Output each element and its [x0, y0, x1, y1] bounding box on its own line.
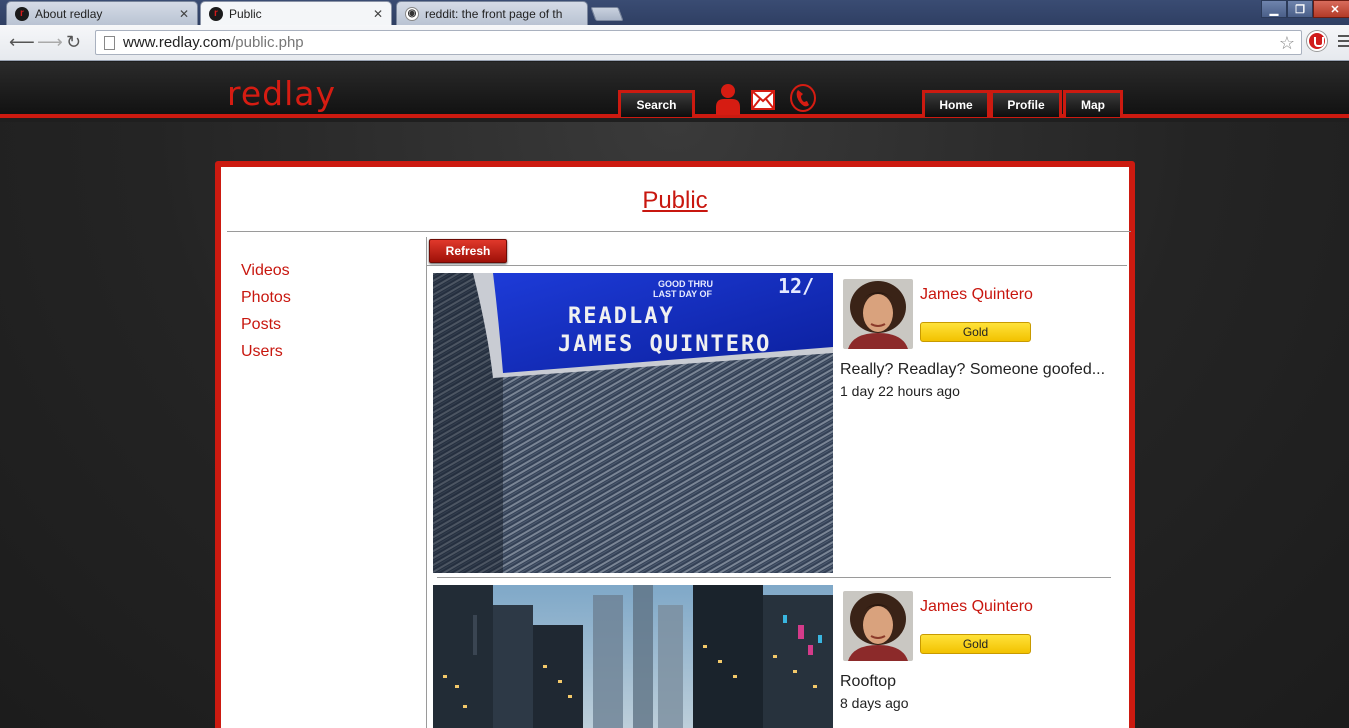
- site-header: redlay Search Home Profile Map: [0, 62, 1349, 118]
- card-small-text: GOOD THRU: [658, 279, 713, 289]
- new-tab-button[interactable]: [590, 7, 624, 21]
- adblock-extension-icon[interactable]: [1307, 31, 1327, 51]
- tab-label: reddit: the front page of th: [425, 6, 563, 21]
- post-item: James Quintero Gold Rooftop 8 days ago: [433, 585, 1113, 728]
- redlay-favicon-icon: r: [209, 6, 223, 21]
- maximize-icon[interactable]: ❐: [1287, 0, 1313, 18]
- content-panel: Public Videos Photos Posts Users Refresh: [215, 161, 1135, 728]
- divider: [426, 237, 427, 728]
- post-author-link[interactable]: James Quintero: [920, 598, 1033, 616]
- nav-map-button[interactable]: Map: [1063, 90, 1123, 117]
- back-icon[interactable]: ⟵: [9, 33, 35, 51]
- window-controls: ▁ ❐ ✕: [1261, 0, 1349, 18]
- wrench-menu-icon[interactable]: [1338, 35, 1349, 49]
- sidebar-item-videos[interactable]: Videos: [241, 257, 291, 284]
- status-badge: Gold: [920, 634, 1031, 654]
- minimize-icon[interactable]: ▁: [1261, 0, 1287, 18]
- post-item: GOOD THRU LAST DAY OF 12/ READLAY JAMES …: [433, 273, 1113, 573]
- reddit-favicon-icon: ◉: [405, 6, 419, 21]
- sidebar-item-photos[interactable]: Photos: [241, 284, 291, 311]
- browser-tab-about[interactable]: r About redlay ✕: [6, 1, 198, 25]
- divider: [427, 265, 1127, 266]
- close-icon[interactable]: ✕: [373, 7, 383, 21]
- phone-icon[interactable]: [789, 83, 817, 113]
- card-number-text: 12/: [778, 274, 814, 298]
- browser-toolbar: ⟵ ⟶ ↻ www.redlay.com/public.php ☆: [0, 25, 1349, 61]
- address-bar[interactable]: www.redlay.com/public.php ☆: [95, 30, 1302, 55]
- status-badge: Gold: [920, 322, 1031, 342]
- browser-tabstrip: r About redlay ✕ r Public ✕ ◉ reddit: th…: [0, 0, 1349, 25]
- redlay-favicon-icon: r: [15, 6, 29, 21]
- post-photo[interactable]: [433, 585, 833, 728]
- post-timestamp: 1 day 22 hours ago: [840, 383, 960, 399]
- card-line-text: JAMES QUINTERO: [558, 332, 771, 357]
- page-title: Public: [642, 187, 708, 214]
- forward-icon[interactable]: ⟶: [37, 33, 63, 51]
- post-photo[interactable]: GOOD THRU LAST DAY OF 12/ READLAY JAMES …: [433, 273, 833, 573]
- divider: [437, 577, 1111, 578]
- window-close-icon[interactable]: ✕: [1313, 0, 1349, 18]
- tab-label: About redlay: [35, 6, 103, 21]
- post-text: Really? Readlay? Someone goofed...: [840, 361, 1106, 378]
- search-button[interactable]: Search: [618, 90, 695, 117]
- post-photo-city: [433, 585, 833, 728]
- close-icon[interactable]: ✕: [179, 7, 189, 21]
- mail-icon[interactable]: [751, 90, 775, 110]
- sidebar-item-users[interactable]: Users: [241, 338, 291, 365]
- nav-profile-button[interactable]: Profile: [990, 90, 1062, 117]
- divider: [227, 231, 1131, 232]
- sidebar: Videos Photos Posts Users: [241, 257, 291, 365]
- post-timestamp: 8 days ago: [840, 695, 909, 711]
- nav-home-button[interactable]: Home: [922, 90, 990, 117]
- site-logo[interactable]: redlay: [227, 74, 336, 113]
- url-host: www.redlay.com: [123, 34, 232, 51]
- avatar[interactable]: [843, 279, 913, 349]
- sidebar-item-posts[interactable]: Posts: [241, 311, 291, 338]
- page-icon: [104, 35, 115, 50]
- card-small-text: LAST DAY OF: [653, 289, 713, 299]
- reload-icon[interactable]: ↻: [66, 33, 81, 51]
- post-photo-card: GOOD THRU LAST DAY OF 12/ READLAY JAMES …: [433, 273, 833, 573]
- user-icon[interactable]: [715, 83, 741, 115]
- browser-tab-public[interactable]: r Public ✕: [200, 1, 392, 25]
- tab-label: Public: [229, 6, 262, 21]
- card-line-text: READLAY: [568, 304, 675, 329]
- post-text: Rooftop: [840, 673, 897, 690]
- url-path: /public.php: [231, 34, 304, 51]
- browser-tab-reddit[interactable]: ◉ reddit: the front page of th: [396, 1, 588, 25]
- avatar[interactable]: [843, 591, 913, 661]
- refresh-button[interactable]: Refresh: [429, 239, 507, 263]
- post-author-link[interactable]: James Quintero: [920, 286, 1033, 304]
- bookmark-star-icon[interactable]: ☆: [1279, 33, 1295, 54]
